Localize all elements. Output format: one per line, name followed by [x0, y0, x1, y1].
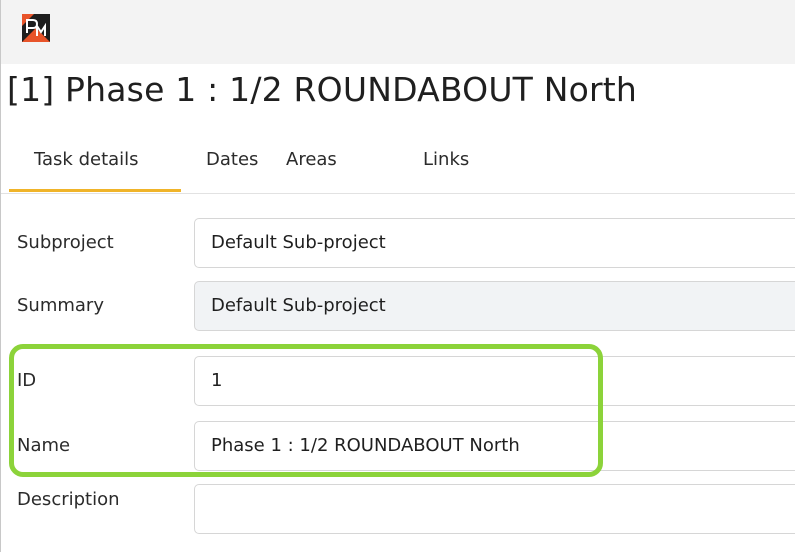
- id-field[interactable]: 1: [194, 356, 795, 406]
- tab-dates[interactable]: Dates: [206, 132, 258, 192]
- subproject-row: Subproject Default Sub-project: [1, 215, 795, 271]
- title-bar: [1, 0, 795, 64]
- subproject-select[interactable]: Default Sub-project: [194, 218, 795, 268]
- name-field[interactable]: Phase 1 : 1/2 ROUNDABOUT North: [194, 421, 795, 471]
- tab-task-details[interactable]: Task details: [9, 132, 181, 192]
- page-title: [1] Phase 1 : 1/2 ROUNDABOUT North: [7, 70, 638, 109]
- description-label: Description: [17, 489, 120, 510]
- summary-field: Default Sub-project: [194, 281, 795, 331]
- summary-row: Summary Default Sub-project: [1, 278, 795, 334]
- tab-areas[interactable]: Areas: [286, 132, 337, 192]
- description-row: Description: [1, 478, 795, 534]
- id-row: ID 1: [1, 353, 795, 409]
- description-field[interactable]: [194, 484, 795, 534]
- task-window: [1] Phase 1 : 1/2 ROUNDABOUT North Task …: [0, 0, 795, 552]
- subproject-label: Subproject: [17, 232, 114, 253]
- tab-links[interactable]: Links: [423, 132, 469, 192]
- name-row: Name Phase 1 : 1/2 ROUNDABOUT North: [1, 418, 795, 474]
- tab-bar: Task details Dates Areas Links: [1, 132, 795, 194]
- id-label: ID: [17, 370, 37, 391]
- name-label: Name: [17, 435, 71, 456]
- pm-app-logo-icon: [22, 14, 50, 42]
- summary-label: Summary: [17, 295, 104, 316]
